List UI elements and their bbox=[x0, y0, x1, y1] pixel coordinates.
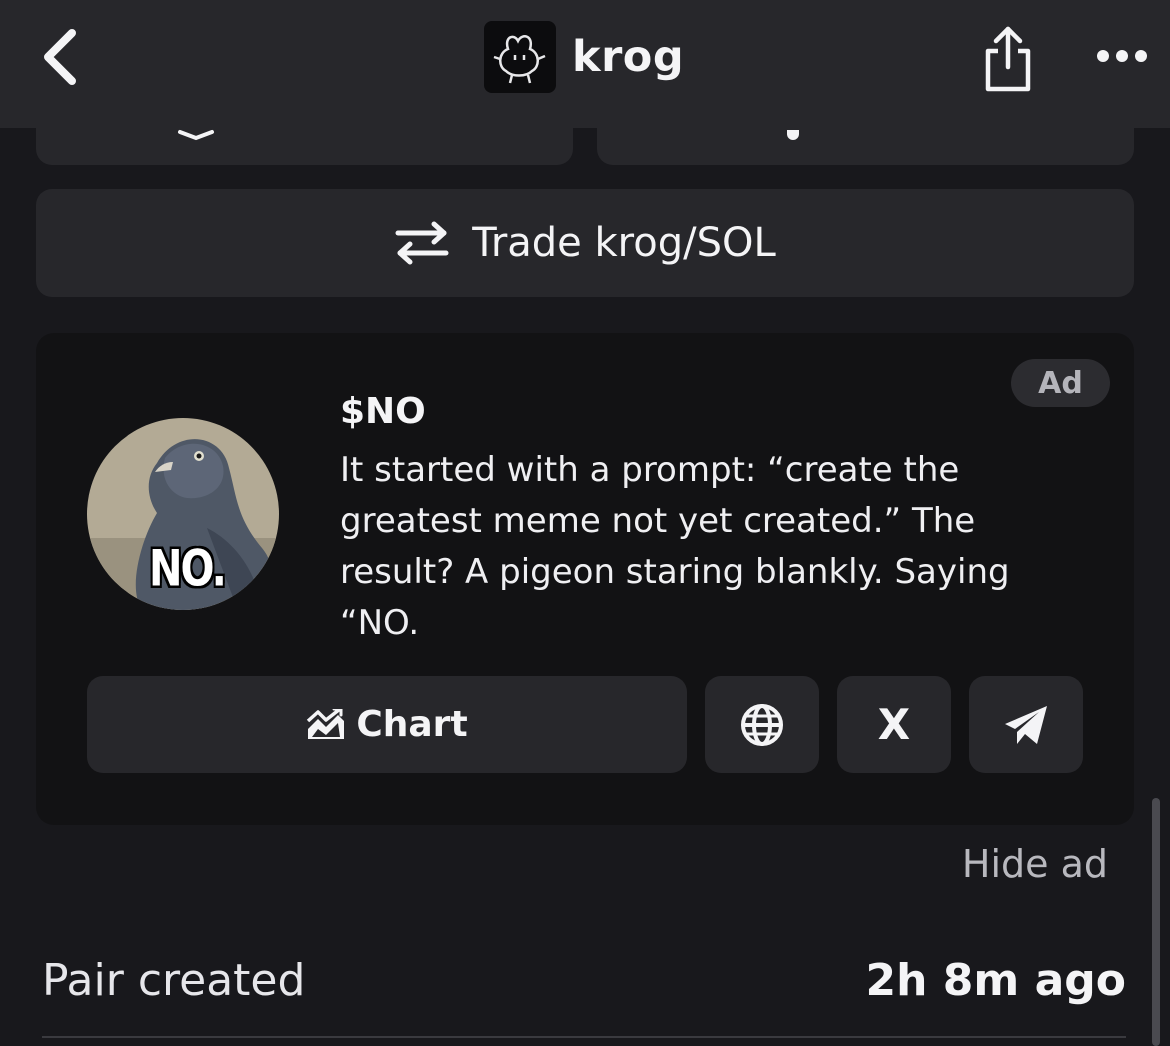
pair-created-value: 2h 8m ago bbox=[865, 955, 1126, 1006]
hide-ad-link[interactable]: Hide ad bbox=[962, 842, 1108, 886]
scrollbar[interactable] bbox=[1152, 798, 1160, 1046]
swap-arrows-icon bbox=[395, 221, 449, 265]
x-social-button[interactable]: X bbox=[837, 676, 951, 773]
top-bar: krog bbox=[0, 0, 1170, 128]
telegram-icon bbox=[1005, 705, 1047, 744]
page-title-group: krog bbox=[484, 21, 684, 93]
share-button[interactable] bbox=[976, 20, 1040, 96]
share-icon bbox=[985, 26, 1031, 92]
more-button[interactable] bbox=[1092, 38, 1152, 74]
partial-icon bbox=[787, 130, 799, 140]
ad-card: Ad NO. $NO It started with a prompt: “cr… bbox=[36, 333, 1134, 825]
website-button[interactable] bbox=[705, 676, 819, 773]
more-icon bbox=[1097, 50, 1147, 62]
telegram-button[interactable] bbox=[969, 676, 1083, 773]
ad-token-image[interactable]: NO. bbox=[87, 418, 279, 610]
pigeon-image-caption: NO. bbox=[149, 540, 227, 598]
ad-token-symbol: $NO bbox=[340, 391, 426, 432]
partial-icon bbox=[178, 130, 214, 141]
page-title: krog bbox=[572, 32, 685, 82]
pair-created-row: Pair created 2h 8m ago bbox=[42, 955, 1126, 1015]
chart-button-label: Chart bbox=[356, 704, 468, 745]
chevron-left-icon bbox=[44, 29, 76, 85]
trade-button[interactable]: Trade krog/SOL bbox=[36, 189, 1134, 297]
ad-badge: Ad bbox=[1011, 359, 1110, 407]
token-page: krog Trade krog/SOL Ad NO. $NO It starte… bbox=[0, 0, 1170, 1046]
x-logo-icon: X bbox=[877, 700, 911, 749]
globe-icon bbox=[741, 703, 783, 746]
divider bbox=[42, 1036, 1126, 1038]
pair-created-label: Pair created bbox=[42, 955, 306, 1006]
trade-button-label: Trade krog/SOL bbox=[472, 220, 776, 266]
token-logo bbox=[484, 21, 556, 93]
back-button[interactable] bbox=[30, 22, 90, 92]
token-mascot-icon bbox=[493, 35, 546, 84]
chart-icon bbox=[307, 708, 345, 739]
chart-button[interactable]: Chart bbox=[87, 676, 687, 773]
ad-description: It started with a prompt: “create the gr… bbox=[340, 450, 1010, 643]
